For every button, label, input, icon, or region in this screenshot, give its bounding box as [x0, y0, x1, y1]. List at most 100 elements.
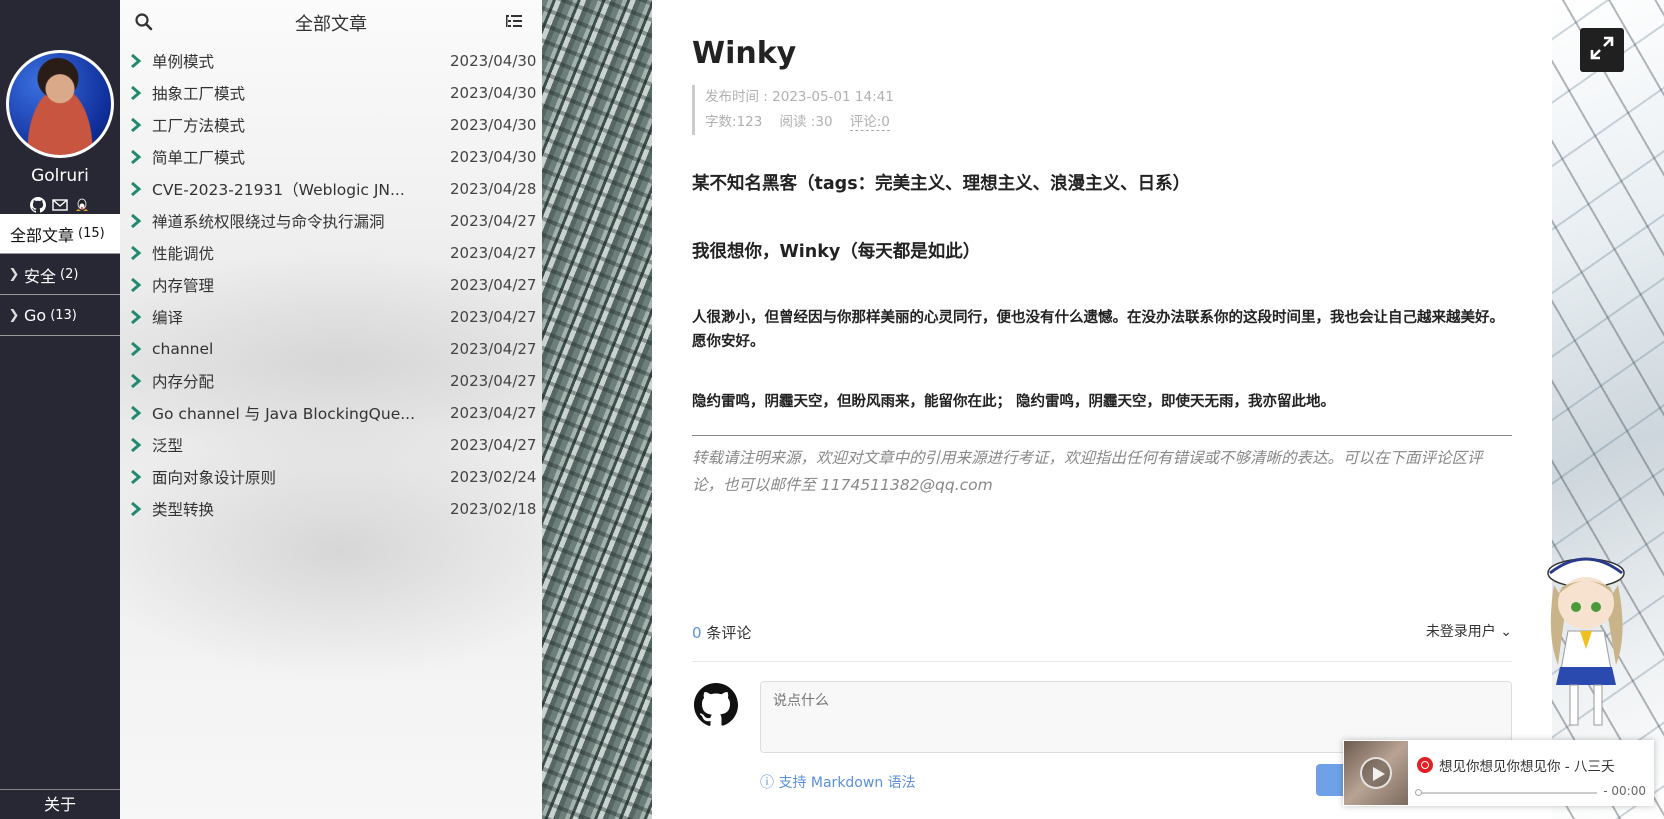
chevron-right-icon [120, 406, 152, 420]
list-item-date: 2023/04/27 [450, 276, 537, 294]
sidebar-item-all-posts[interactable]: 全部文章 (15) [0, 214, 120, 254]
social-links [0, 197, 120, 213]
login-user-dropdown[interactable]: 未登录用户 ⌄ [1426, 621, 1512, 641]
reads-label: 阅读 : [779, 114, 816, 130]
list-item[interactable]: 简单工厂模式 2023/04/30 [120, 141, 542, 173]
sidebar-item-security[interactable]: ❯ 安全 (2) [0, 255, 120, 295]
chevron-right-icon [120, 182, 152, 196]
list-item-title: 面向对象设计原则 [152, 469, 277, 487]
list-item[interactable]: 性能调优 2023/04/27 [120, 237, 542, 269]
expand-icon [1589, 35, 1615, 65]
list-item-title: 内存管理 [152, 277, 215, 295]
divider [692, 435, 1512, 436]
chevron-right-icon [120, 374, 152, 388]
comments-header: 0 条评论 未登录用户 ⌄ [692, 618, 1512, 662]
list-item[interactable]: 抽象工厂模式 2023/04/30 [120, 77, 542, 109]
post-body: 某不知名黑客（tags：完美主义、理想主义、浪漫主义、日系） 我很想你，Wink… [692, 170, 1512, 450]
chevron-right-icon: ❯ [8, 308, 20, 323]
chevron-right-icon [120, 342, 152, 356]
read-count: 30 [815, 114, 833, 130]
mail-icon[interactable] [52, 197, 68, 213]
chevron-down-icon: ⌄ [1500, 624, 1512, 640]
list-header: 全部文章 [120, 8, 542, 38]
article-rows: 单例模式 2023/04/30 抽象工厂模式 2023/04/30 工厂方法模式 2023… [120, 45, 542, 525]
about-link[interactable]: 关于 [0, 789, 120, 819]
chevron-right-icon [120, 54, 152, 68]
qq-icon[interactable] [74, 197, 90, 213]
progress-handle[interactable] [1415, 789, 1422, 796]
markdown-tip-label: 支持 Markdown 语法 [778, 775, 916, 791]
play-button[interactable] [1360, 757, 1392, 789]
comment-count: 0 [881, 114, 890, 130]
list-item-title: 抽象工厂模式 [152, 85, 246, 103]
list-item-title: 单例模式 [152, 53, 215, 71]
words-label: 字数: [705, 114, 737, 130]
list-item[interactable]: 禅道系统权限绕过与命令执行漏洞 2023/04/27 [120, 205, 542, 237]
list-item-title: channel [152, 340, 214, 358]
chevron-right-icon [120, 502, 152, 516]
list-item[interactable]: 泛型 2023/04/27 [120, 429, 542, 461]
list-item-date: 2023/02/18 [450, 500, 537, 518]
list-item-date: 2023/04/27 [450, 404, 537, 422]
comments-count: 0 条评论 [692, 622, 751, 643]
avatar[interactable] [6, 50, 114, 158]
sidebar-item-count: (2) [60, 267, 79, 282]
post-paragraph: 人很渺小，但曾经因与你那样美丽的心灵同行，便也没有什么遗憾。在没办法联系你的这段… [692, 310, 1504, 350]
list-item[interactable]: 内存管理 2023/04/27 [120, 269, 542, 301]
list-item[interactable]: 面向对象设计原则 2023/02/24 [120, 461, 542, 493]
publish-label: 发布时间 : [705, 89, 773, 105]
chevron-right-icon [120, 278, 152, 292]
list-item-title: 工厂方法模式 [152, 117, 246, 135]
list-item-date: 2023/04/27 [450, 244, 537, 262]
list-item-date: 2023/02/24 [450, 468, 537, 486]
list-item[interactable]: 内存分配 2023/04/27 [120, 365, 542, 397]
list-item-date: 2023/04/30 [450, 116, 537, 134]
markdown-tip-link[interactable]: ⓘ 支持 Markdown 语法 [760, 772, 916, 792]
list-item-date: 2023/04/30 [450, 84, 537, 102]
info-icon: ⓘ [760, 775, 774, 791]
github-icon[interactable] [30, 197, 46, 213]
list-item[interactable]: Go channel 与 Java BlockingQue... 2023/04/… [120, 397, 542, 429]
netease-music-icon [1417, 757, 1433, 773]
list-item-title: 类型转换 [152, 501, 215, 519]
list-item[interactable]: channel 2023/04/27 [120, 333, 542, 365]
list-item-title: 性能调优 [152, 245, 215, 263]
list-item[interactable]: 编译 2023/04/27 [120, 301, 542, 333]
list-item-date: 2023/04/27 [450, 340, 537, 358]
chevron-right-icon: ❯ [8, 267, 20, 282]
song-title: 想见你想见你想见你 - 八三夭 [1439, 759, 1615, 775]
comments-count-number: 0 [692, 624, 702, 642]
list-item[interactable]: CVE-2023-21931（Weblogic JN... 2023/04/28 [120, 173, 542, 205]
sidebar-item-label: 安全 [24, 266, 57, 286]
comments-count-label: 条评论 [701, 624, 752, 642]
fullscreen-button[interactable] [1580, 28, 1624, 72]
list-item-title: 编译 [152, 309, 184, 327]
mascot-character[interactable] [1536, 545, 1636, 735]
chevron-right-icon [120, 150, 152, 164]
chevron-right-icon [120, 246, 152, 260]
chevron-right-icon [120, 470, 152, 484]
post-heading: 某不知名黑客（tags：完美主义、理想主义、浪漫主义、日系） [692, 174, 1191, 194]
list-item-date: 2023/04/27 [450, 308, 537, 326]
list-item-title: 简单工厂模式 [152, 149, 246, 167]
chevron-right-icon [120, 438, 152, 452]
list-item-title: 泛型 [152, 437, 184, 455]
list-item-title: 内存分配 [152, 373, 215, 391]
article-main: Winky 发布时间 : 2023-05-01 14:41 字数:123 阅读 … [652, 0, 1552, 819]
list-item[interactable]: 类型转换 2023/02/18 [120, 493, 542, 525]
copyright-note: 转载请注明来源，欢迎对文章中的引用来源进行考证，欢迎指出任何有错误或不够清晰的表… [692, 449, 1483, 494]
username: Golruri [31, 166, 89, 186]
list-item-title: Go channel 与 Java BlockingQue... [152, 405, 416, 423]
comment-count-link[interactable]: 评论:0 [849, 114, 890, 131]
sidebar-item-go[interactable]: ❯ Go (13) [0, 296, 120, 336]
progress-track[interactable] [1417, 792, 1597, 794]
toc-icon[interactable] [504, 12, 524, 32]
background-art-left [542, 0, 652, 819]
song-info: 想见你想见你想见你 - 八三夭 [1417, 755, 1614, 775]
login-user-label: 未登录用户 [1425, 624, 1496, 640]
list-item[interactable]: 工厂方法模式 2023/04/30 [120, 109, 542, 141]
playback-time: - 00:00 [1603, 784, 1646, 798]
list-item[interactable]: 单例模式 2023/04/30 [120, 45, 542, 77]
post-title: Winky [692, 36, 797, 71]
list-item-date: 2023/04/27 [450, 212, 537, 230]
